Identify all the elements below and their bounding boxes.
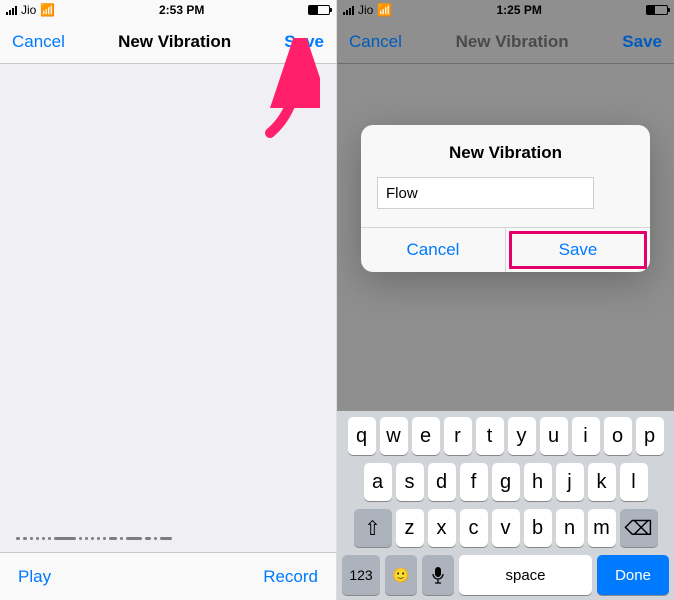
key-u[interactable]: u xyxy=(540,417,568,455)
wifi-icon: 📶 xyxy=(40,3,55,17)
key-y[interactable]: y xyxy=(508,417,536,455)
mic-key[interactable] xyxy=(422,555,454,595)
page-title: New Vibration xyxy=(456,32,569,52)
key-m[interactable]: m xyxy=(588,509,616,547)
signal-icon xyxy=(343,5,354,15)
key-l[interactable]: l xyxy=(620,463,648,501)
mic-icon xyxy=(431,566,445,584)
key-p[interactable]: p xyxy=(636,417,664,455)
signal-icon xyxy=(6,5,17,15)
key-k[interactable]: k xyxy=(588,463,616,501)
keyboard: qwertyuiop asdfghjkl ⇧zxcvbnm⌫ 123 🙂 spa… xyxy=(337,411,674,600)
carrier-label: Jio xyxy=(21,3,36,17)
phone-screen-left: Jio 📶 2:53 PM Cancel New Vibration Save … xyxy=(0,0,337,600)
key-r[interactable]: r xyxy=(444,417,472,455)
key-z[interactable]: z xyxy=(396,509,424,547)
key-d[interactable]: d xyxy=(428,463,456,501)
key-q[interactable]: q xyxy=(348,417,376,455)
key-v[interactable]: v xyxy=(492,509,520,547)
dialog-title: New Vibration xyxy=(361,125,650,177)
key-w[interactable]: w xyxy=(380,417,408,455)
dialog-cancel-button[interactable]: Cancel xyxy=(361,228,506,272)
shift-key[interactable]: ⇧ xyxy=(354,509,392,547)
dialog-save-button[interactable]: Save xyxy=(506,228,650,272)
nav-bar: Cancel New Vibration Save xyxy=(0,20,336,64)
save-button[interactable]: Save xyxy=(622,32,662,52)
play-button[interactable]: Play xyxy=(18,567,51,587)
emoji-key[interactable]: 🙂 xyxy=(385,555,417,595)
key-o[interactable]: o xyxy=(604,417,632,455)
key-g[interactable]: g xyxy=(492,463,520,501)
nav-bar: Cancel New Vibration Save xyxy=(337,20,674,64)
battery-icon xyxy=(646,5,668,15)
key-i[interactable]: i xyxy=(572,417,600,455)
clock: 1:25 PM xyxy=(496,3,541,17)
vibration-name-input[interactable] xyxy=(377,177,594,209)
vibration-pattern xyxy=(16,536,320,540)
phone-screen-right: Jio 📶 1:25 PM Cancel New Vibration Save … xyxy=(337,0,674,600)
battery-icon xyxy=(308,5,330,15)
save-button[interactable]: Save xyxy=(284,32,324,52)
wifi-icon: 📶 xyxy=(377,3,392,17)
key-a[interactable]: a xyxy=(364,463,392,501)
key-e[interactable]: e xyxy=(412,417,440,455)
cancel-button[interactable]: Cancel xyxy=(349,32,402,52)
key-j[interactable]: j xyxy=(556,463,584,501)
status-bar: Jio 📶 1:25 PM xyxy=(337,0,674,20)
key-n[interactable]: n xyxy=(556,509,584,547)
done-key[interactable]: Done xyxy=(597,555,669,595)
backspace-key[interactable]: ⌫ xyxy=(620,509,658,547)
key-h[interactable]: h xyxy=(524,463,552,501)
key-x[interactable]: x xyxy=(428,509,456,547)
key-b[interactable]: b xyxy=(524,509,552,547)
name-vibration-dialog: New Vibration Cancel Save xyxy=(361,125,650,272)
cancel-button[interactable]: Cancel xyxy=(12,32,65,52)
key-s[interactable]: s xyxy=(396,463,424,501)
status-bar: Jio 📶 2:53 PM xyxy=(0,0,336,20)
key-f[interactable]: f xyxy=(460,463,488,501)
page-title: New Vibration xyxy=(118,32,231,52)
numbers-key[interactable]: 123 xyxy=(342,555,380,595)
space-key[interactable]: space xyxy=(459,555,592,595)
key-t[interactable]: t xyxy=(476,417,504,455)
footer-bar: Play Record xyxy=(0,552,336,600)
vibration-canvas[interactable] xyxy=(0,64,336,552)
carrier-label: Jio xyxy=(358,3,373,17)
record-button[interactable]: Record xyxy=(263,567,318,587)
key-c[interactable]: c xyxy=(460,509,488,547)
clock: 2:53 PM xyxy=(159,3,204,17)
